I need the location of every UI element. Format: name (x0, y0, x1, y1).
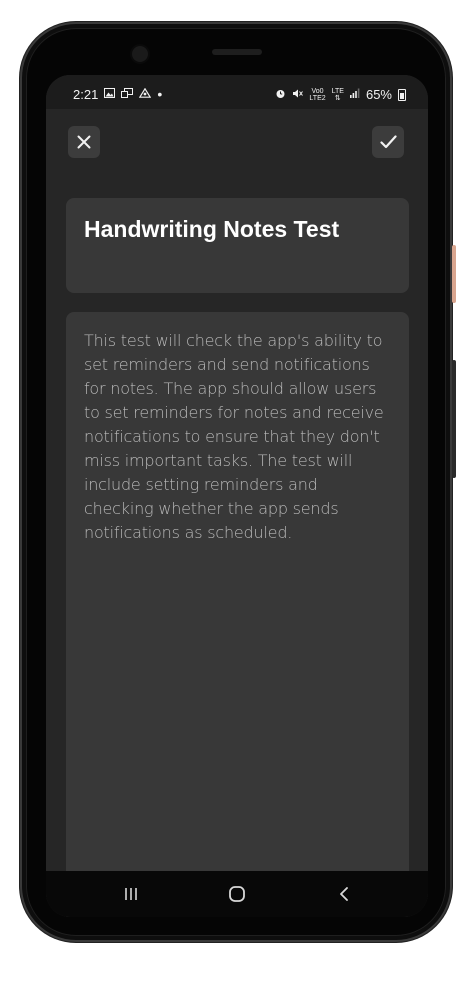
note-body-card[interactable]: This test will check the app's ability t… (66, 312, 409, 917)
front-camera (132, 46, 148, 62)
home-icon (229, 886, 245, 902)
battery-icon (398, 88, 406, 101)
cast-icon (121, 88, 134, 101)
volte-label-bottom: LTE2 (309, 94, 326, 102)
close-button[interactable] (68, 126, 100, 158)
battery-percent: 65% (365, 87, 392, 102)
volte-label-top: Vo0 (311, 87, 324, 95)
signal-icon (349, 88, 360, 101)
note-title-card[interactable]: Handwriting Notes Test (66, 198, 409, 293)
status-left: 2:21 • (73, 87, 162, 102)
lte-indicator: LTE ⇅ (332, 88, 344, 102)
power-button (452, 360, 456, 478)
app-screen: 2:21 • Vo0 LTE2 LTE ⇅ 65% Handwriting No… (46, 75, 428, 917)
recents-icon (125, 888, 137, 900)
check-icon (379, 135, 397, 149)
note-body[interactable]: This test will check the app's ability t… (84, 329, 384, 545)
volte-indicator: Vo0 LTE2 (309, 88, 325, 102)
alarm-icon (275, 88, 286, 102)
system-nav-bar (46, 871, 428, 917)
close-icon (77, 135, 91, 149)
mute-icon (292, 88, 304, 102)
gallery-icon (104, 88, 116, 101)
drive-icon (139, 87, 152, 101)
data-arrows-icon: ⇅ (334, 94, 341, 102)
volume-button (452, 245, 456, 303)
note-title[interactable]: Handwriting Notes Test (84, 216, 339, 243)
earpiece-speaker (212, 49, 262, 55)
save-button[interactable] (372, 126, 404, 158)
lte-label: LTE (331, 87, 344, 95)
recents-button[interactable] (118, 881, 144, 907)
home-button[interactable] (224, 881, 250, 907)
status-bar: 2:21 • Vo0 LTE2 LTE ⇅ 65% (46, 75, 428, 109)
notification-dot-icon: • (157, 86, 163, 102)
back-button[interactable] (331, 881, 357, 907)
status-time: 2:21 (73, 87, 99, 102)
back-icon (340, 887, 348, 901)
status-right: Vo0 LTE2 LTE ⇅ 65% (275, 87, 406, 102)
